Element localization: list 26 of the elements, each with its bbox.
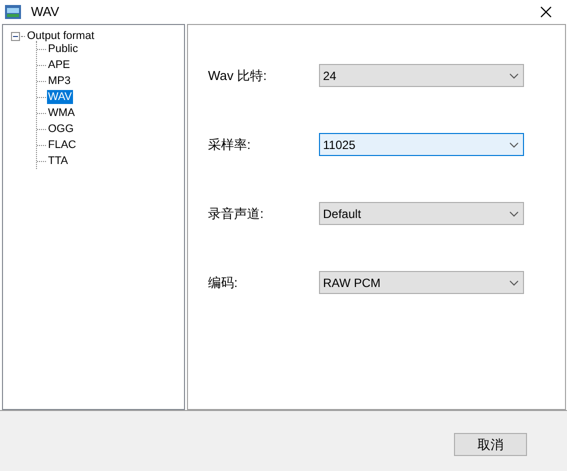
field-label: 录音声道: (208, 204, 265, 223)
dropdown[interactable]: 11025 (319, 133, 524, 156)
tree-item[interactable]: MP3 (47, 74, 72, 88)
chevron-down-icon (509, 142, 519, 148)
field-label: 采样率: (208, 136, 252, 154)
tree-item[interactable]: FLAC (47, 138, 78, 152)
close-icon[interactable] (540, 6, 552, 18)
cancel-button[interactable]: 取消 (454, 433, 527, 456)
chevron-down-icon (509, 210, 519, 216)
tree-item[interactable]: Public (47, 42, 79, 56)
tree-item[interactable]: WAV (47, 90, 73, 104)
tree-item[interactable]: WMA (47, 106, 76, 120)
tree-item[interactable]: OGG (47, 122, 75, 136)
field-label: 编码: (208, 274, 239, 292)
chevron-down-icon (509, 72, 519, 78)
dropdown[interactable]: 24 (319, 64, 524, 87)
tree-item[interactable]: TTA (47, 154, 69, 168)
collapse-toggle[interactable] (11, 32, 20, 40)
window-title: WAV (31, 3, 60, 22)
app-icon (5, 5, 21, 19)
dropdown[interactable]: Default (319, 202, 524, 225)
chevron-down-icon (509, 280, 519, 286)
tree-item[interactable]: Output format (27, 28, 94, 44)
tree-item[interactable]: APE (47, 58, 72, 72)
field-label: Wav 比特: (208, 66, 268, 85)
dropdown[interactable]: RAW PCM (319, 271, 524, 294)
